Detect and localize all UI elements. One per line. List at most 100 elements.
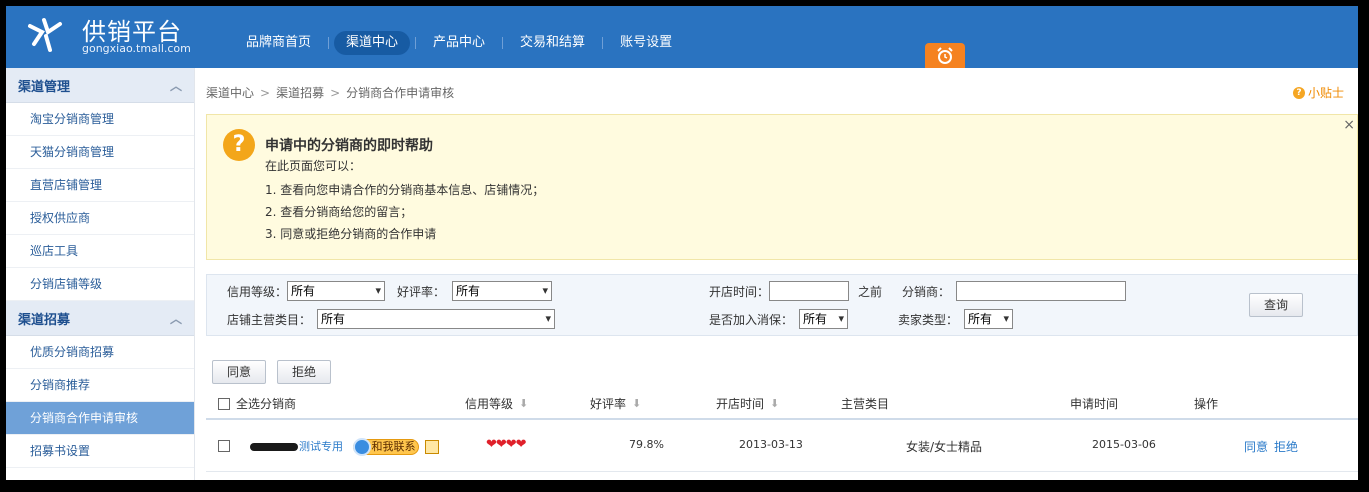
help-list-item: 3. 同意或拒绝分销商的合作申请 bbox=[265, 227, 437, 241]
nav-divider bbox=[415, 37, 417, 49]
shop-icon[interactable] bbox=[424, 440, 439, 454]
filter-panel: 信用等级： 所有 ▾ 好评率： 所有 ▾ 店铺主营类目： 所有 ▾ 开店时间： 之前 … bbox=[206, 274, 1358, 336]
sidebar-item-authorized-suppliers[interactable]: 授权供应商 bbox=[6, 202, 194, 235]
nav-product-center[interactable]: 产品中心 bbox=[421, 31, 497, 55]
rating-column-header[interactable]: 好评率 ⬇ bbox=[590, 395, 641, 412]
rating-label: 好评率： bbox=[397, 285, 446, 299]
logo-mark-icon bbox=[28, 18, 62, 52]
sidebar-item-distributor-recommend[interactable]: 分销商推荐 bbox=[6, 369, 194, 402]
credit-hearts: ❤❤❤❤ bbox=[486, 437, 527, 452]
sort-down-icon[interactable]: ⬇ bbox=[770, 397, 779, 410]
help-list-item: 1. 查看向您申请合作的分销商基本信息、店铺情况； bbox=[265, 183, 545, 197]
open-time-label: 开店时间： bbox=[709, 285, 770, 299]
select-all-label: 全选分销商 bbox=[236, 397, 297, 411]
nav-divider bbox=[328, 37, 330, 49]
row-agree-link[interactable]: 同意 bbox=[1244, 438, 1268, 455]
credit-header-label: 信用等级 bbox=[465, 397, 514, 411]
sidebar-group-channel-recruitment[interactable]: 渠道招募 ︿ bbox=[6, 301, 194, 336]
app-window: 供销平台 gongxiao.tmall.com 品牌商首页 渠道中心 产品中心 … bbox=[6, 6, 1358, 480]
breadcrumb-item[interactable]: 渠道招募 bbox=[276, 84, 324, 101]
category-value: 女装/女士精品 bbox=[906, 440, 983, 454]
help-title: 申请中的分销商的即时帮助 bbox=[265, 138, 433, 154]
sidebar-group-channel-management[interactable]: 渠道管理 ︿ bbox=[6, 68, 194, 103]
chevron-down-icon: ▾ bbox=[838, 312, 844, 325]
open-time-input[interactable] bbox=[769, 281, 849, 301]
distributor-label: 分销商： bbox=[902, 285, 951, 299]
credit-column-header[interactable]: 信用等级 ⬇ bbox=[465, 395, 528, 412]
before-label: 之前 bbox=[858, 285, 883, 299]
category-header-label: 主营类目 bbox=[841, 397, 890, 411]
apply-time-header-label: 申请时间 bbox=[1070, 397, 1119, 411]
breadcrumb-separator-icon: > bbox=[260, 85, 271, 100]
agree-button[interactable]: 同意 bbox=[212, 360, 266, 384]
row-reject-link[interactable]: 拒绝 bbox=[1274, 438, 1298, 455]
breadcrumb-current: 分销商合作申请审核 bbox=[346, 86, 455, 100]
sidebar-group-title: 渠道招募 bbox=[18, 312, 71, 328]
reject-button[interactable]: 拒绝 bbox=[277, 360, 331, 384]
rating-header-label: 好评率 bbox=[590, 397, 627, 411]
category-column-header: 主营类目 bbox=[841, 395, 889, 412]
nav-brand-home[interactable]: 品牌商首页 bbox=[234, 31, 323, 55]
sidebar: 渠道管理 ︿ 淘宝分销商管理 天猫分销商管理 直营店铺管理 授权供应商 巡店工具… bbox=[6, 68, 195, 480]
category-select-value: 所有 bbox=[321, 312, 346, 326]
sidebar-item-store-levels[interactable]: 分销店铺等级 bbox=[6, 268, 194, 301]
seller-type-select-value: 所有 bbox=[968, 312, 993, 326]
contact-me-label: 和我联系 bbox=[371, 440, 416, 453]
help-intro: 在此页面您可以： bbox=[265, 159, 362, 173]
help-panel: ? 申请中的分销商的即时帮助 在此页面您可以： 1. 查看向您申请合作的分销商基… bbox=[206, 114, 1358, 260]
sidebar-item-patrol-tool[interactable]: 巡店工具 bbox=[6, 235, 194, 268]
row-checkbox[interactable] bbox=[218, 440, 230, 452]
nav-divider bbox=[502, 37, 504, 49]
sidebar-group-title: 渠道管理 bbox=[18, 79, 71, 95]
open-time-header-label: 开店时间 bbox=[716, 397, 765, 411]
redacted-name-mask bbox=[250, 443, 298, 451]
chevron-down-icon: ▾ bbox=[375, 284, 381, 297]
sidebar-item-direct-stores[interactable]: 直营店铺管理 bbox=[6, 169, 194, 202]
tips-link[interactable]: ? 小贴士 bbox=[1292, 84, 1344, 101]
seller-type-select[interactable]: 所有 ▾ bbox=[964, 309, 1013, 329]
question-icon: ? bbox=[1292, 86, 1305, 99]
seller-type-label: 卖家类型： bbox=[898, 313, 959, 327]
operation-column-header: 操作 bbox=[1194, 395, 1218, 412]
sort-down-icon[interactable]: ⬇ bbox=[519, 397, 528, 410]
sidebar-item-tmall-distributors[interactable]: 天猫分销商管理 bbox=[6, 136, 194, 169]
consumer-protection-label: 是否加入消保： bbox=[709, 313, 794, 327]
help-list-item: 2. 查看分销商给您的留言； bbox=[265, 205, 413, 219]
sidebar-item-application-review[interactable]: 分销商合作申请审核 bbox=[6, 402, 194, 435]
breadcrumb: 渠道中心 > 渠道招募 > 分销商合作申请审核 bbox=[206, 84, 454, 101]
close-icon[interactable]: × bbox=[1343, 117, 1355, 133]
query-button[interactable]: 查询 bbox=[1249, 293, 1303, 317]
consumer-protection-select[interactable]: 所有 ▾ bbox=[799, 309, 848, 329]
distributor-input[interactable] bbox=[956, 281, 1126, 301]
apply-time-value: 2015-03-06 bbox=[1092, 438, 1156, 451]
breadcrumb-item[interactable]: 渠道中心 bbox=[206, 84, 254, 101]
sidebar-item-quality-recruitment[interactable]: 优质分销商招募 bbox=[6, 336, 194, 369]
question-mark-icon: ? bbox=[223, 129, 255, 161]
rating-select[interactable]: 所有 ▾ bbox=[452, 281, 552, 301]
table-row: 测试专用 和我联系 ❤❤❤❤ 79.8% 2013-03-13 女装/女士精品 … bbox=[206, 420, 1358, 472]
nav-channel-center[interactable]: 渠道中心 bbox=[334, 31, 411, 55]
sidebar-item-taobao-distributors[interactable]: 淘宝分销商管理 bbox=[6, 103, 194, 136]
nav-trade-settlement[interactable]: 交易和结算 bbox=[508, 31, 597, 55]
operation-header-label: 操作 bbox=[1194, 397, 1219, 411]
chevron-up-icon: ︿ bbox=[169, 311, 182, 326]
chevron-up-icon: ︿ bbox=[169, 78, 182, 93]
logo[interactable]: 供销平台 gongxiao.tmall.com bbox=[24, 12, 204, 60]
distributor-name-link[interactable]: 测试专用 bbox=[299, 440, 343, 453]
category-select[interactable]: 所有 ▾ bbox=[317, 309, 555, 329]
category-label: 店铺主营类目： bbox=[227, 313, 312, 327]
open-time-column-header[interactable]: 开店时间 ⬇ bbox=[716, 395, 779, 412]
select-all-checkbox[interactable] bbox=[218, 397, 230, 410]
chevron-down-icon: ▾ bbox=[1003, 312, 1009, 325]
nav-account-settings[interactable]: 账号设置 bbox=[608, 31, 684, 55]
open-time-value: 2013-03-13 bbox=[739, 438, 803, 451]
alarm-clock-button[interactable] bbox=[925, 43, 965, 68]
contact-me-button[interactable]: 和我联系 bbox=[352, 438, 419, 456]
top-header: 供销平台 gongxiao.tmall.com 品牌商首页 渠道中心 产品中心 … bbox=[6, 6, 1358, 68]
select-all-header[interactable]: 全选分销商 bbox=[218, 395, 296, 412]
credit-select-value: 所有 bbox=[291, 284, 316, 298]
sort-down-icon[interactable]: ⬇ bbox=[632, 397, 641, 410]
credit-select[interactable]: 所有 ▾ bbox=[287, 281, 385, 301]
credit-label: 信用等级： bbox=[227, 285, 288, 299]
sidebar-item-recruitment-settings[interactable]: 招募书设置 bbox=[6, 435, 194, 468]
